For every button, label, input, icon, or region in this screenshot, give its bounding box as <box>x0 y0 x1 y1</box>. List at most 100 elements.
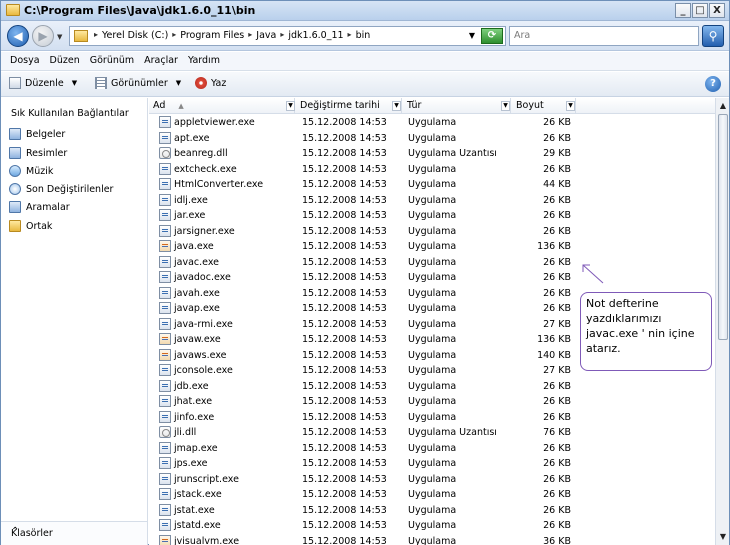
file-row[interactable]: idlj.exe 15.12.2008 14:53 Uygulama 26 KB <box>149 193 715 209</box>
folder-icon <box>9 220 21 232</box>
menu-tools[interactable]: Araçlar <box>139 52 183 70</box>
file-type: Uygulama <box>408 349 457 361</box>
file-row[interactable]: jstack.exe 15.12.2008 14:53 Uygulama 26 KB <box>149 487 715 503</box>
file-row[interactable]: apt.exe 15.12.2008 14:53 Uygulama 26 KB <box>149 131 715 147</box>
file-row[interactable]: jrunscript.exe 15.12.2008 14:53 Uygulama 26… <box>149 472 715 488</box>
exe-file-icon <box>159 457 171 469</box>
file-row[interactable]: jstat.exe 15.12.2008 14:53 Uygulama 26 KB <box>149 503 715 519</box>
sidebar-item-music[interactable]: Müzik <box>9 165 53 177</box>
file-name: jmap.exe <box>174 442 218 454</box>
file-row[interactable]: jmap.exe 15.12.2008 14:53 Uygulama 26 KB <box>149 441 715 457</box>
column-filter-dropdown[interactable]: ▼ <box>501 101 510 111</box>
burn-button[interactable]: Yaz <box>195 77 226 89</box>
minimize-button[interactable]: _ <box>675 3 691 18</box>
chevron-right-icon: ▸ <box>248 30 253 39</box>
file-date: 15.12.2008 14:53 <box>302 179 387 190</box>
file-row[interactable]: jinfo.exe 15.12.2008 14:53 Uygulama 26 KB <box>149 410 715 426</box>
sidebar-item-recent[interactable]: Son Değiştirilenler <box>9 183 113 195</box>
file-type: Uygulama <box>408 318 457 330</box>
file-row[interactable]: jps.exe 15.12.2008 14:53 Uygulama 26 KB <box>149 456 715 472</box>
file-date: 15.12.2008 14:53 <box>302 318 387 330</box>
menu-edit[interactable]: Düzen <box>45 52 85 70</box>
file-date: 15.12.2008 14:53 <box>302 458 387 469</box>
address-dropdown[interactable]: ▼ <box>469 31 475 40</box>
scroll-down-icon[interactable]: ▼ <box>717 531 729 543</box>
file-row[interactable]: jli.dll 15.12.2008 14:53 Uygulama Uzantısı… <box>149 425 715 441</box>
breadcrumb-item[interactable]: Yerel Disk (C:) <box>102 30 168 41</box>
breadcrumb-item[interactable]: bin <box>356 30 371 41</box>
search-input[interactable]: Ara <box>509 26 699 46</box>
file-row[interactable]: jhat.exe 15.12.2008 14:53 Uygulama 26 KB <box>149 394 715 410</box>
column-filter-dropdown[interactable]: ▼ <box>392 101 401 111</box>
maximize-button[interactable]: □ <box>692 3 708 18</box>
file-name: jvisualvm.exe <box>174 535 240 545</box>
column-header-type[interactable]: Tür <box>403 98 511 114</box>
menu-file[interactable]: Dosya <box>5 52 45 70</box>
views-button[interactable]: Görünümler ▼ <box>95 77 181 89</box>
address-box[interactable]: ▸ Yerel Disk (C:) ▸ Program Files ▸ Java… <box>69 26 506 46</box>
title-bar[interactable]: C:\Program Files\Java\jdk1.6.0_11\bin _ … <box>1 1 729 21</box>
exe-file-icon <box>159 395 171 407</box>
sidebar-item-documents[interactable]: Belgeler <box>9 128 65 140</box>
organize-icon <box>9 77 21 89</box>
file-type: Uygulama <box>408 380 457 392</box>
file-size: 26 KB <box>543 473 571 485</box>
sidebar-item-searches[interactable]: Aramalar <box>9 201 70 213</box>
file-date: 15.12.2008 14:53 <box>302 535 387 545</box>
vertical-scrollbar[interactable]: ▲ ▼ <box>715 98 729 545</box>
file-date: 15.12.2008 14:53 <box>302 396 387 407</box>
file-row[interactable]: HtmlConverter.exe 15.12.2008 14:53 Uygulam… <box>149 177 715 193</box>
breadcrumb-item[interactable]: Java <box>256 30 276 41</box>
help-button[interactable]: ? <box>705 76 721 92</box>
column-filter-dropdown[interactable]: ▼ <box>286 101 295 111</box>
column-filter-dropdown[interactable]: ▼ <box>566 101 575 111</box>
file-row[interactable]: extcheck.exe 15.12.2008 14:53 Uygulama 26 K… <box>149 162 715 178</box>
scroll-up-icon[interactable]: ▲ <box>717 100 729 112</box>
file-row[interactable]: javac.exe 15.12.2008 14:53 Uygulama 26 KB <box>149 255 715 271</box>
close-button[interactable]: X <box>709 3 725 18</box>
file-row[interactable]: jvisualvm.exe 15.12.2008 14:53 Uygulama 36 … <box>149 534 715 545</box>
file-size: 26 KB <box>543 303 571 314</box>
column-header-date[interactable]: Değiştirme tarihi <box>296 98 402 114</box>
breadcrumb-item[interactable]: jdk1.6.0_11 <box>288 30 343 41</box>
file-row[interactable]: jdb.exe 15.12.2008 14:53 Uygulama 26 KB <box>149 379 715 395</box>
file-row[interactable]: jstatd.exe 15.12.2008 14:53 Uygulama 26 KB <box>149 518 715 534</box>
exe-file-icon <box>159 317 171 330</box>
exe-file-icon <box>159 209 171 221</box>
refresh-button[interactable]: ⟳ <box>481 28 503 44</box>
exe-file-icon <box>159 224 171 237</box>
history-dropdown[interactable]: ▼ <box>57 33 62 41</box>
file-row[interactable]: beanreg.dll 15.12.2008 14:53 Uygulama Uzan… <box>149 146 715 162</box>
search-button[interactable]: ⚲ <box>702 25 724 47</box>
file-date: 15.12.2008 14:53 <box>302 163 387 175</box>
file-date: 15.12.2008 14:53 <box>302 427 387 438</box>
menu-help[interactable]: Yardım <box>183 52 225 70</box>
folders-toggle[interactable]: Klasörler ⌃ <box>1 521 147 545</box>
exe-file-icon <box>159 410 171 423</box>
exe-file-icon <box>159 488 171 500</box>
file-date: 15.12.2008 14:53 <box>302 489 387 500</box>
file-date: 15.12.2008 14:53 <box>302 504 387 516</box>
file-size: 27 KB <box>543 365 571 376</box>
forward-button[interactable]: ▶ <box>32 25 54 47</box>
sidebar-item-pictures[interactable]: Resimler <box>9 147 67 159</box>
file-type: Uygulama <box>408 396 457 407</box>
searches-icon <box>9 201 21 213</box>
organize-button[interactable]: Düzenle ▼ <box>9 77 77 89</box>
scroll-thumb[interactable] <box>718 114 728 340</box>
back-button[interactable]: ◀ <box>7 25 29 47</box>
file-row[interactable]: appletviewer.exe 15.12.2008 14:53 Uygulama… <box>149 115 715 131</box>
sidebar-item-public[interactable]: Ortak <box>9 220 52 232</box>
file-row[interactable]: jar.exe 15.12.2008 14:53 Uygulama 26 KB <box>149 208 715 224</box>
file-size: 29 KB <box>543 148 571 159</box>
file-type: Uygulama <box>408 256 457 268</box>
java-file-icon <box>159 240 171 252</box>
file-size: 27 KB <box>543 318 571 330</box>
file-row[interactable]: jarsigner.exe 15.12.2008 14:53 Uygulama 26 … <box>149 224 715 240</box>
file-row[interactable]: java.exe 15.12.2008 14:53 Uygulama 136 KB <box>149 239 715 255</box>
breadcrumb-item[interactable]: Program Files <box>180 30 244 41</box>
file-name: javaw.exe <box>174 334 221 345</box>
column-header-name[interactable]: Ad ▲ <box>149 98 295 114</box>
menu-view[interactable]: Görünüm <box>85 52 139 70</box>
file-row[interactable]: javadoc.exe 15.12.2008 14:53 Uygulama 26 KB <box>149 270 715 286</box>
